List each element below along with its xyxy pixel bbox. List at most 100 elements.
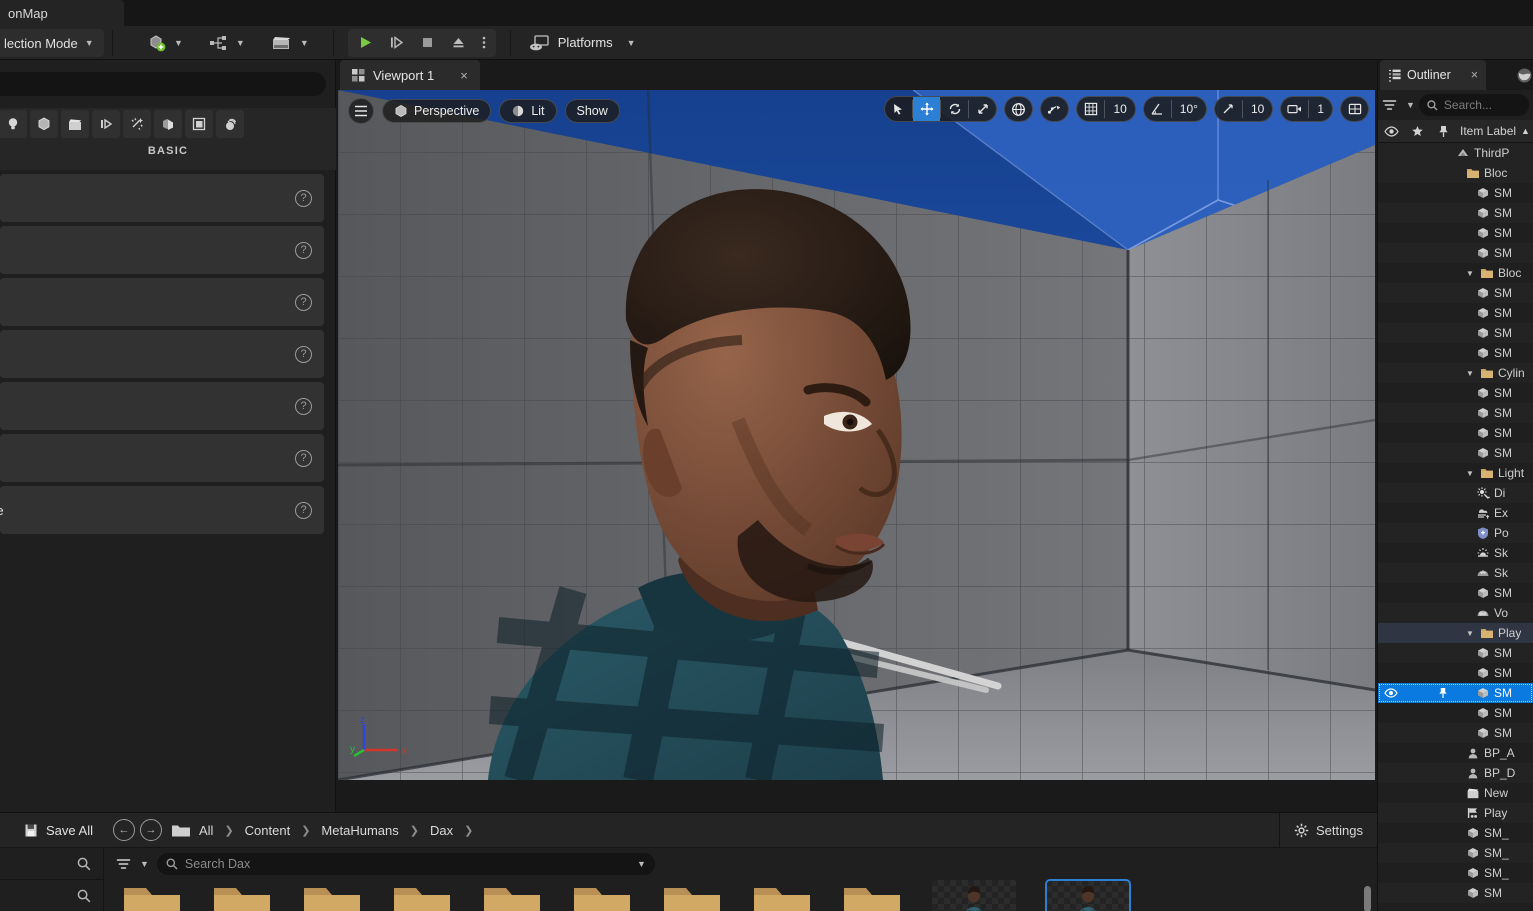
place-actor-item[interactable]: ? [0, 330, 324, 378]
grid-snap-value[interactable]: 10 [1105, 102, 1134, 116]
category-geometry[interactable] [154, 110, 182, 138]
outliner-row[interactable]: Sk [1378, 543, 1533, 563]
stop-button[interactable] [412, 29, 443, 57]
outliner-row[interactable]: SM [1378, 683, 1533, 703]
content-folder[interactable] [212, 880, 272, 911]
perspective-button[interactable]: Perspective [382, 99, 492, 123]
more-options-button[interactable] [474, 29, 494, 57]
blueprints-button[interactable]: ▼ [205, 29, 249, 57]
platforms-button[interactable]: Platforms ▼ [519, 29, 646, 57]
outliner-tab[interactable]: Outliner × [1380, 60, 1487, 90]
outliner-row[interactable]: SM [1378, 403, 1533, 423]
outliner-row[interactable]: SM [1378, 323, 1533, 343]
category-cinematic[interactable] [61, 110, 89, 138]
outliner-row[interactable]: BP_D [1378, 763, 1533, 783]
content-folder[interactable] [662, 880, 722, 911]
favorite-column-header[interactable] [1404, 125, 1430, 138]
expander-icon[interactable]: ▼ [1466, 469, 1476, 478]
eject-button[interactable] [443, 29, 474, 57]
help-icon[interactable]: ? [295, 345, 312, 363]
outliner-row[interactable]: SM [1378, 663, 1533, 683]
outliner-row[interactable]: SM [1378, 203, 1533, 223]
outliner-row[interactable]: ▼ Cylin [1378, 363, 1533, 383]
skip-button[interactable] [381, 29, 412, 57]
outliner-row[interactable]: SM [1378, 183, 1533, 203]
outliner-row[interactable]: Play [1378, 803, 1533, 823]
breadcrumb-item[interactable]: Content [245, 823, 291, 838]
back-button[interactable]: ← [112, 819, 135, 841]
eye-icon[interactable] [1378, 688, 1404, 698]
place-actors-search-input[interactable] [0, 72, 326, 96]
angle-snap-value[interactable]: 10° [1172, 102, 1206, 116]
category-more[interactable] [216, 110, 244, 138]
scale-tool-button[interactable] [969, 97, 996, 121]
breadcrumb-item[interactable]: MetaHumans [321, 823, 398, 838]
category-all-classes[interactable] [185, 110, 213, 138]
place-actor-item[interactable]: ? [0, 174, 324, 222]
breadcrumb-item[interactable]: Dax [430, 823, 453, 838]
angle-snap-button[interactable] [1144, 97, 1171, 121]
outliner-row[interactable]: SM [1378, 383, 1533, 403]
place-actor-item[interactable]: re? [0, 486, 324, 534]
asset-search-input[interactable]: Search Dax ▼ [156, 853, 655, 875]
outliner-row[interactable]: Ex [1378, 503, 1533, 523]
outliner-row[interactable]: SM [1378, 443, 1533, 463]
scale-snap-button[interactable] [1215, 97, 1242, 121]
viewport-3d[interactable]: x z y [338, 90, 1375, 780]
outliner-row[interactable]: SM [1378, 703, 1533, 723]
tree-search-2[interactable] [0, 880, 103, 911]
tree-search-1[interactable] [0, 848, 103, 880]
expander-icon[interactable]: ▼ [1466, 629, 1476, 638]
outliner-row[interactable]: New [1378, 783, 1533, 803]
rotate-tool-button[interactable] [941, 97, 968, 121]
outliner-row[interactable]: SM_ [1378, 843, 1533, 863]
content-folder[interactable] [302, 880, 362, 911]
viewport-menu-button[interactable] [348, 98, 374, 124]
outliner-tab-close-icon[interactable]: × [1471, 68, 1478, 82]
outliner-row[interactable]: SM [1378, 303, 1533, 323]
help-icon[interactable]: ? [295, 293, 312, 311]
help-icon[interactable]: ? [295, 189, 312, 207]
help-icon[interactable]: ? [295, 501, 312, 519]
outliner-filter-button[interactable]: ▼ [1382, 99, 1415, 112]
help-icon[interactable]: ? [295, 397, 312, 415]
content-asset-thumbnail[interactable] [1045, 879, 1131, 911]
pin-column-header[interactable] [1430, 125, 1456, 138]
breadcrumb-item[interactable]: All [199, 823, 213, 838]
viewport-layout-button[interactable] [1340, 96, 1369, 122]
outliner-row[interactable]: Di [1378, 483, 1533, 503]
outliner-row[interactable]: SM_ [1378, 863, 1533, 883]
show-button[interactable]: Show [564, 99, 620, 123]
outliner-row[interactable]: ▼ Bloc [1378, 263, 1533, 283]
help-icon[interactable]: ? [295, 449, 312, 467]
camera-speed-button[interactable] [1281, 97, 1308, 121]
category-volumes[interactable] [123, 110, 151, 138]
category-shapes[interactable] [30, 110, 58, 138]
outliner-row[interactable]: SM [1378, 243, 1533, 263]
place-actor-item[interactable]: ? [0, 226, 324, 274]
outliner-row[interactable]: ▼ Play [1378, 623, 1533, 643]
outliner-search-input[interactable]: Search... [1418, 94, 1529, 116]
camera-speed-value[interactable]: 1 [1309, 102, 1332, 116]
help-icon[interactable]: ? [295, 241, 312, 259]
viewport-tab-close-icon[interactable]: × [460, 68, 468, 83]
visibility-column-header[interactable] [1378, 125, 1404, 137]
grid-snap-button[interactable] [1077, 97, 1104, 121]
outliner-row[interactable]: SM_ [1378, 823, 1533, 843]
content-folder[interactable] [572, 880, 632, 911]
place-actor-item[interactable]: ? [0, 278, 324, 326]
world-settings-tab[interactable] [1510, 60, 1533, 90]
place-actor-item[interactable]: ? [0, 434, 324, 482]
outliner-row[interactable]: SM [1378, 723, 1533, 743]
outliner-row[interactable]: SM [1378, 223, 1533, 243]
content-settings-button[interactable]: Settings [1279, 813, 1377, 848]
add-content-button[interactable]: ▼ [143, 29, 187, 57]
outliner-row[interactable]: SM [1378, 583, 1533, 603]
outliner-row[interactable]: ThirdP [1378, 143, 1533, 163]
content-folder[interactable] [122, 880, 182, 911]
expander-icon[interactable]: ▼ [1466, 369, 1476, 378]
surface-snap-button[interactable] [1040, 96, 1070, 122]
content-folder[interactable] [482, 880, 542, 911]
selection-mode-dropdown[interactable]: lection Mode ▼ [0, 29, 104, 57]
category-lights[interactable] [0, 110, 27, 138]
